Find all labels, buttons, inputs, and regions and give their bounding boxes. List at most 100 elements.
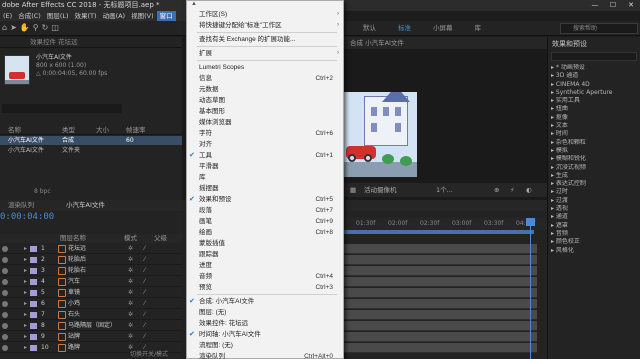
layer-name[interactable]: 站牌 (68, 332, 80, 342)
toggle-switches-modes[interactable]: 切换开关/模式 (130, 349, 168, 358)
window-menu-item[interactable]: 基本图形 (187, 106, 343, 117)
view-layout-select[interactable]: 1个... (436, 183, 453, 197)
label-color-swatch[interactable] (30, 312, 37, 318)
expand-arrow-icon[interactable]: ▸ (24, 343, 27, 353)
menu-5[interactable]: 视图(V) (128, 11, 157, 21)
window-menu-item[interactable]: 工作区(S) › (187, 9, 343, 20)
col-type[interactable]: 类型 (56, 125, 96, 134)
parent-pickwhip-icon[interactable]: ⁄ (144, 299, 145, 309)
visibility-eye-icon[interactable] (2, 268, 8, 274)
layer-name[interactable]: 石头 (68, 310, 80, 320)
menu-scroll-up-icon[interactable]: ▲ (191, 1, 197, 7)
layer-track-bar[interactable] (344, 266, 537, 276)
effect-category[interactable]: ▸ 抠像 (551, 114, 639, 122)
work-area-bar[interactable] (344, 230, 534, 234)
playhead-line[interactable] (530, 218, 531, 359)
col-layer-name[interactable]: 图层名称 (60, 234, 86, 243)
layer-row[interactable]: ▸ 5 車镜 ✲ ⁄ (0, 288, 182, 298)
tab-comp[interactable]: 小汽车AI文件 (66, 200, 105, 211)
expand-arrow-icon[interactable]: ▸ (24, 244, 27, 254)
layer-name[interactable]: 轮胎右 (68, 266, 86, 276)
workspace-1[interactable]: 标准 (387, 22, 422, 35)
window-menu-item[interactable]: 跟踪器 (187, 249, 343, 260)
col-size[interactable]: 大小 (96, 125, 126, 134)
effects-panel-title[interactable]: 效果和预设 (552, 39, 587, 49)
layer-name[interactable]: 花坛远 (68, 244, 86, 254)
layer-name[interactable]: 路牌 (68, 343, 80, 353)
expand-arrow-icon[interactable]: ▸ (24, 277, 27, 287)
layer-name[interactable]: 車镜 (68, 288, 80, 298)
effect-category[interactable]: ▸ 过时 (551, 188, 639, 196)
window-menu-item[interactable]: 进度 (187, 260, 343, 271)
label-color-swatch[interactable] (30, 323, 37, 329)
effects-search-input[interactable] (551, 52, 637, 61)
workspace-0[interactable]: 默认 (352, 22, 387, 35)
expand-arrow-icon[interactable]: ▸ (24, 299, 27, 309)
col-fps[interactable]: 帧速率 (126, 125, 166, 134)
bit-depth[interactable]: 8 bpc (0, 186, 182, 198)
parent-pickwhip-icon[interactable]: ⁄ (144, 266, 145, 276)
effect-controls-tab[interactable]: 效果控件 花坛远 (0, 37, 182, 48)
switch-icon[interactable]: ✲ (128, 277, 133, 287)
window-menu-item[interactable]: 元数据 (187, 84, 343, 95)
layer-row[interactable]: ▸ 3 轮胎右 ✲ ⁄ (0, 266, 182, 276)
label-color-swatch[interactable] (30, 279, 37, 285)
layer-track-bar[interactable] (344, 332, 537, 342)
window-menu-item[interactable]: 动态草图 (187, 95, 343, 106)
layer-row[interactable]: ▸ 6 小鸡 ✲ ⁄ (0, 299, 182, 309)
window-menu-item[interactable]: 效果控件: 花坛远 (187, 318, 343, 329)
window-menu-item[interactable]: 扩展 › (187, 48, 343, 59)
switch-icon[interactable]: ✲ (128, 244, 133, 254)
project-row[interactable]: 小汽车AI文件 合成 60 (0, 136, 182, 145)
label-color-swatch[interactable] (30, 334, 37, 340)
parent-pickwhip-icon[interactable]: ⁄ (144, 332, 145, 342)
visibility-eye-icon[interactable] (2, 290, 8, 296)
effect-category[interactable]: ▸ 杂色和颗粒 (551, 139, 639, 147)
visibility-eye-icon[interactable] (2, 301, 8, 307)
expand-arrow-icon[interactable]: ▸ (24, 255, 27, 265)
layer-name[interactable]: 小鸡 (68, 299, 80, 309)
switch-icon[interactable]: ✲ (128, 255, 133, 265)
parent-pickwhip-icon[interactable]: ⁄ (144, 255, 145, 265)
expand-arrow-icon[interactable]: ▸ (24, 332, 27, 342)
window-menu-item[interactable]: Lumetri Scopes (187, 62, 343, 73)
effect-category[interactable]: ▸ 实用工具 (551, 97, 639, 105)
visibility-eye-icon[interactable] (2, 279, 8, 285)
expand-arrow-icon[interactable]: ▸ (24, 310, 27, 320)
menu-2[interactable]: 图层(L) (44, 11, 72, 21)
effect-category[interactable]: ▸ * 动画预设 (551, 64, 639, 72)
viewer-tab[interactable]: 合成 小汽车AI文件 (350, 37, 404, 49)
layer-track-bar[interactable] (344, 255, 537, 265)
window-menu-item[interactable]: 渲染队列 Ctrl+Alt+0 (187, 351, 343, 359)
layer-track-bar[interactable] (344, 310, 537, 320)
window-menu-item[interactable]: ✔ 合成: 小汽车AI文件 (187, 296, 343, 307)
reset-exposure-icon[interactable]: ◐ (526, 183, 532, 197)
visibility-eye-icon[interactable] (2, 246, 8, 252)
col-parent[interactable]: 父级 (154, 234, 167, 243)
window-menu-item[interactable]: 字符 Ctrl+6 (187, 128, 343, 139)
label-color-swatch[interactable] (30, 246, 37, 252)
switch-icon[interactable]: ✲ (128, 310, 133, 320)
layer-row[interactable]: ▸ 9 站牌 ✲ ⁄ (0, 332, 182, 342)
window-menu-item[interactable]: 对齐 (187, 139, 343, 150)
rotate-tool-icon[interactable]: ↻ (42, 23, 49, 32)
window-menu-item[interactable]: 音频 Ctrl+4 (187, 271, 343, 282)
selection-tool-icon[interactable]: ➤ (10, 23, 17, 32)
window-menu-item[interactable]: 画笔 Ctrl+9 (187, 216, 343, 227)
effect-category[interactable]: ▸ CINEMA 4D (551, 81, 639, 89)
help-search-input[interactable]: 搜索帮助 (560, 23, 638, 34)
window-menu-item[interactable]: 将快捷键分配给"标准"工作区 › (187, 20, 343, 31)
col-name[interactable]: 名称 (0, 125, 56, 134)
layer-name[interactable]: 汽车 (68, 277, 80, 287)
effect-category[interactable]: ▸ 表达式控制 (551, 180, 639, 188)
layer-row[interactable]: ▸ 2 轮胎后 ✲ ⁄ (0, 255, 182, 265)
effect-category[interactable]: ▸ 风格化 (551, 247, 639, 255)
parent-pickwhip-icon[interactable]: ⁄ (144, 277, 145, 287)
label-color-swatch[interactable] (30, 257, 37, 263)
visibility-eye-icon[interactable] (2, 312, 8, 318)
time-ruler[interactable]: 01:30f02:00f02:30f03:00f03:30f04:00f (344, 218, 547, 230)
visibility-eye-icon[interactable] (2, 323, 8, 329)
switch-icon[interactable]: ✲ (128, 299, 133, 309)
layer-track-bar[interactable] (344, 244, 537, 254)
layer-row[interactable]: ▸ 8 马路隔层（固定） ✲ ⁄ (0, 321, 182, 331)
